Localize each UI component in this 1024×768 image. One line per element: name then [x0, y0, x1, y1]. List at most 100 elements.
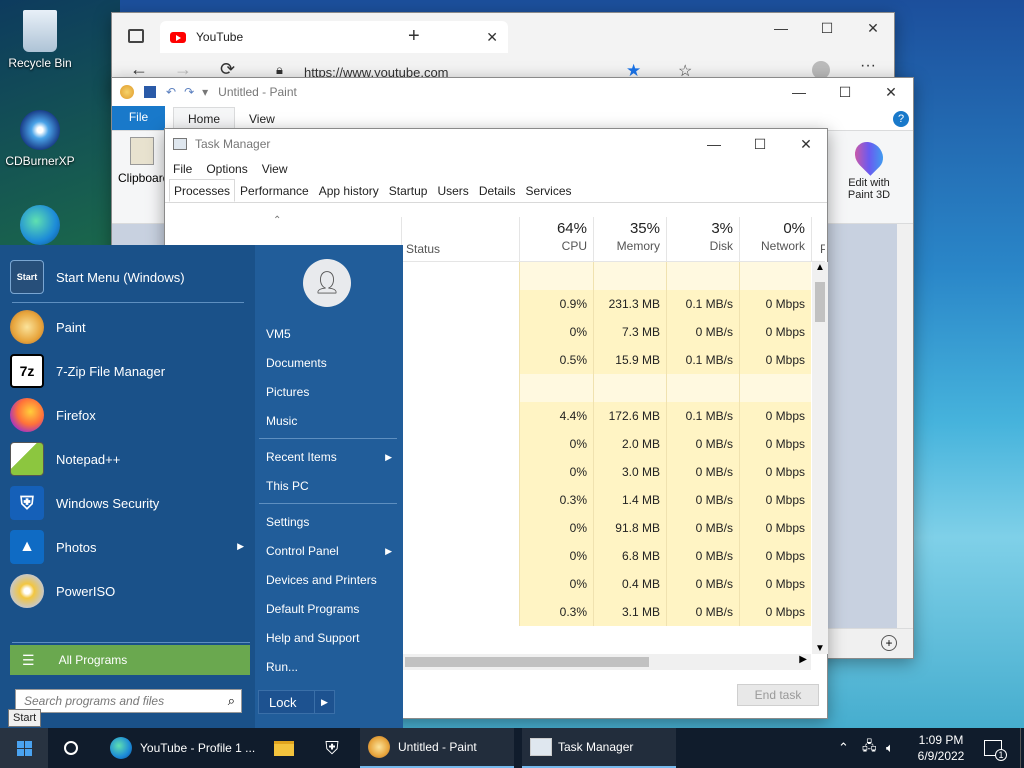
start-button[interactable]: [0, 728, 48, 768]
new-tab-icon[interactable]: +: [408, 25, 420, 48]
tab-details[interactable]: Details: [474, 179, 521, 202]
places-help-support[interactable]: Help and Support: [266, 631, 396, 645]
disk-cell: 0 MB/s: [666, 486, 739, 514]
edge-dev-desktop-icon[interactable]: [0, 205, 80, 249]
tab-actions-icon[interactable]: [128, 29, 144, 43]
clipboard-group[interactable]: Clipboard: [118, 137, 169, 185]
maximize-button[interactable]: ☐: [822, 78, 868, 106]
places-control-panel[interactable]: Control Panel ▶: [266, 544, 396, 558]
save-icon[interactable]: [144, 86, 156, 98]
search-icon[interactable]: ⌕: [228, 693, 235, 709]
clock[interactable]: 1:09 PM 6/9/2022: [906, 732, 976, 764]
close-button[interactable]: ✕: [850, 13, 896, 43]
volume-tray[interactable]: 🔈︎: [886, 728, 894, 768]
taskbar-windows-security[interactable]: ⛨: [310, 728, 354, 768]
redo-icon[interactable]: ↷: [184, 85, 194, 99]
show-desktop-button[interactable]: [1020, 728, 1024, 768]
undo-icon[interactable]: ↶: [166, 85, 176, 99]
column-power[interactable]: P: [811, 217, 825, 262]
notification-center-button[interactable]: 1: [984, 728, 1007, 768]
tab-file[interactable]: File: [112, 106, 165, 130]
lock-options-arrow-icon[interactable]: ▶: [314, 691, 334, 713]
process-vertical-scrollbar[interactable]: ▲ ▼: [812, 262, 828, 654]
places-recent-items[interactable]: Recent Items ▶: [266, 450, 396, 464]
column-network[interactable]: 0% Network: [739, 217, 811, 262]
edge-tab-youtube[interactable]: YouTube ✕: [160, 21, 508, 53]
maximize-button[interactable]: ☐: [804, 13, 850, 43]
tab-performance[interactable]: Performance: [235, 179, 314, 202]
program-firefox[interactable]: Firefox: [10, 395, 248, 435]
cpu-cell: 0%: [519, 458, 593, 486]
scroll-up-icon[interactable]: ▲: [815, 262, 825, 273]
places-run[interactable]: Run...: [266, 660, 396, 674]
tab-home[interactable]: Home: [173, 107, 236, 130]
more-icon[interactable]: ···: [860, 57, 876, 75]
program-notepadpp[interactable]: Notepad++: [10, 439, 248, 479]
lock-button[interactable]: Lock ▶: [258, 690, 335, 714]
places-music[interactable]: Music: [266, 414, 396, 428]
lock-icon[interactable]: 🔒︎: [276, 62, 283, 78]
places-user[interactable]: VM5: [266, 327, 396, 341]
places-pictures[interactable]: Pictures: [266, 385, 396, 399]
close-button[interactable]: ✕: [783, 129, 829, 159]
places-default-programs[interactable]: Default Programs: [266, 602, 396, 616]
scroll-right-icon[interactable]: ▶: [799, 654, 807, 665]
submenu-arrow-icon: ▶: [237, 541, 244, 551]
close-tab-icon[interactable]: ✕: [486, 29, 498, 46]
places-devices-printers[interactable]: Devices and Printers: [266, 573, 396, 587]
program-start-menu[interactable]: Start Start Menu (Windows): [10, 257, 248, 297]
minimize-button[interactable]: —: [691, 129, 737, 159]
program-paint[interactable]: Paint: [10, 307, 248, 347]
program-7zip[interactable]: 7z 7-Zip File Manager: [10, 351, 248, 391]
maximize-button[interactable]: ☐: [737, 129, 783, 159]
program-poweriso[interactable]: PowerISO: [10, 571, 248, 611]
program-photos[interactable]: ▲ Photos ▶: [10, 527, 248, 567]
column-memory[interactable]: 35% Memory: [593, 217, 666, 262]
menu-file[interactable]: File: [173, 162, 192, 176]
disk-cell: 0 MB/s: [666, 430, 739, 458]
scroll-thumb[interactable]: [815, 282, 825, 322]
places-settings[interactable]: Settings: [266, 515, 396, 529]
column-cpu[interactable]: 64% CPU: [519, 217, 593, 262]
scroll-down-icon[interactable]: ▼: [815, 643, 825, 654]
tab-processes[interactable]: Processes: [169, 179, 236, 202]
recycle-bin-desktop-icon[interactable]: Recycle Bin: [0, 10, 80, 70]
zoom-in-icon[interactable]: +: [881, 635, 897, 651]
tab-view[interactable]: View: [235, 108, 289, 130]
taskbar-item-paint[interactable]: Untitled - Paint: [360, 728, 514, 768]
minimize-button[interactable]: —: [776, 78, 822, 106]
column-disk[interactable]: 3% Disk: [666, 217, 739, 262]
tab-startup[interactable]: Startup: [384, 179, 433, 202]
edit-with-paint3d-button[interactable]: Edit with Paint 3D: [841, 136, 897, 201]
all-programs-button[interactable]: ☰ All Programs: [10, 645, 250, 675]
notification-icon: 1: [984, 740, 1007, 761]
places-this-pc[interactable]: This PC: [266, 479, 396, 493]
paint-vertical-scrollbar[interactable]: [897, 224, 913, 628]
network-tray[interactable]: 🖧︎: [862, 728, 877, 768]
user-avatar[interactable]: 👤︎: [303, 259, 351, 307]
column-status[interactable]: Status: [401, 217, 519, 262]
network-cell: [739, 374, 811, 402]
show-hidden-icons[interactable]: ⌃: [838, 728, 849, 768]
minimize-button[interactable]: —: [758, 13, 804, 43]
end-task-button[interactable]: End task: [737, 684, 819, 706]
taskbar-file-explorer[interactable]: [262, 728, 306, 768]
tab-services[interactable]: Services: [521, 179, 577, 202]
places-documents[interactable]: Documents: [266, 356, 396, 370]
program-windows-security[interactable]: ⛨ Windows Security: [10, 483, 248, 523]
search-button[interactable]: [48, 728, 94, 768]
scroll-thumb[interactable]: [405, 657, 649, 667]
help-icon[interactable]: ?: [893, 111, 909, 127]
tab-users[interactable]: Users: [432, 179, 473, 202]
tab-app-history[interactable]: App history: [314, 179, 384, 202]
process-horizontal-scrollbar[interactable]: ▶: [401, 654, 811, 670]
customize-qat-icon[interactable]: ▾: [202, 85, 208, 99]
search-input[interactable]: Search programs and files ⌕: [15, 689, 242, 713]
network-cell: 0 Mbps: [739, 346, 811, 374]
cdburnerxp-desktop-icon[interactable]: CDBurnerXP: [0, 110, 80, 168]
menu-view[interactable]: View: [262, 162, 288, 176]
close-button[interactable]: ✕: [868, 78, 914, 106]
taskbar-item-youtube[interactable]: YouTube - Profile 1 ...: [104, 728, 259, 768]
taskbar-item-task-manager[interactable]: Task Manager: [522, 728, 676, 768]
menu-options[interactable]: Options: [206, 162, 247, 176]
